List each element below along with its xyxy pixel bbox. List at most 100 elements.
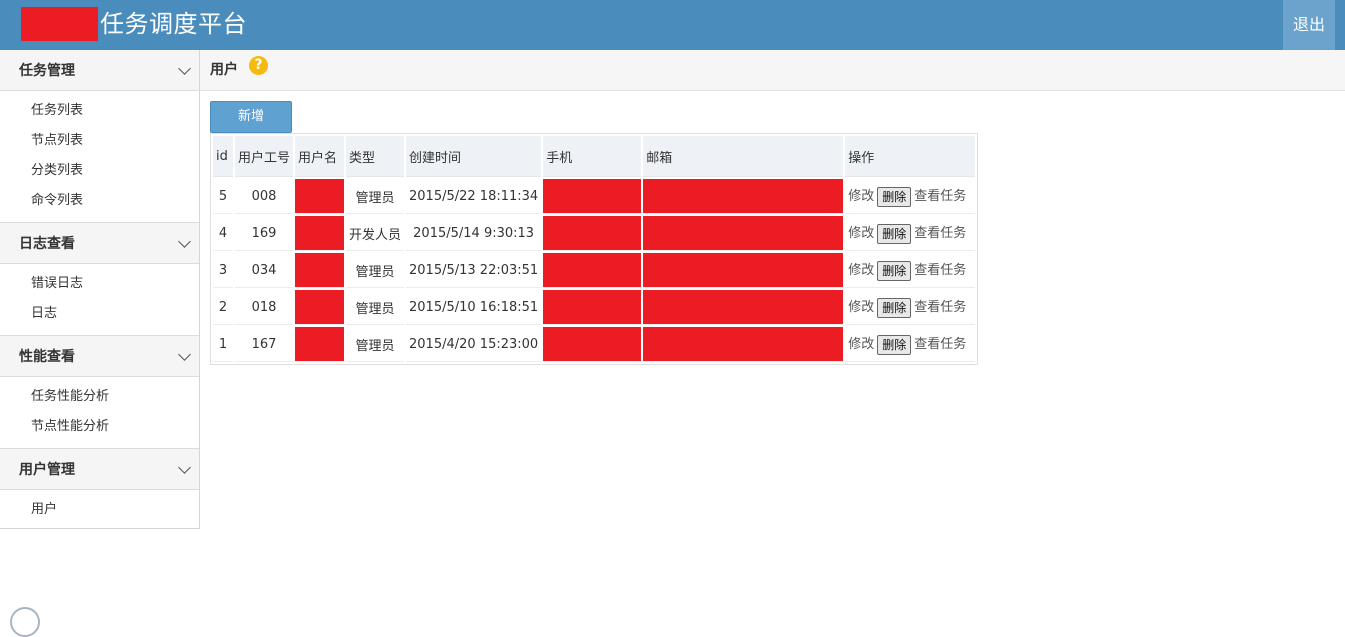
sidebar-group-label: 用户管理 xyxy=(19,462,75,478)
sidebar-group-label: 性能查看 xyxy=(19,349,75,365)
cell-created: 2015/5/14 9:30:13 xyxy=(406,216,542,251)
edit-link[interactable]: 修改 xyxy=(848,189,874,204)
sidebar-item-task-list[interactable]: 任务列表 xyxy=(0,96,199,126)
cell-job-no: 018 xyxy=(235,290,293,325)
table-row: 5 008 管理员 2015/5/22 18:11:34 修改 删除 查看任务 xyxy=(213,179,976,214)
cell-actions: 修改 删除 查看任务 xyxy=(845,179,976,214)
cell-created: 2015/4/20 15:23:00 xyxy=(406,327,542,362)
chevron-down-icon xyxy=(178,235,191,248)
sidebar-group-label: 任务管理 xyxy=(19,63,75,79)
cell-id: 1 xyxy=(213,327,233,362)
sidebar-group-body: 错误日志 日志 xyxy=(0,264,199,336)
sidebar-item-node-performance[interactable]: 节点性能分析 xyxy=(0,412,199,442)
cell-id: 3 xyxy=(213,253,233,288)
sidebar-item-error-log[interactable]: 错误日志 xyxy=(0,269,199,299)
cell-type: 管理员 xyxy=(346,253,405,288)
sidebar-item-command-list[interactable]: 命令列表 xyxy=(0,186,199,216)
cell-phone-redacted xyxy=(543,216,642,251)
cell-phone-redacted xyxy=(543,327,642,362)
chevron-down-icon xyxy=(178,348,191,361)
column-header-actions: 操作 xyxy=(845,136,976,177)
sidebar-group-body: 任务列表 节点列表 分类列表 命令列表 xyxy=(0,91,199,223)
cell-id: 2 xyxy=(213,290,233,325)
cell-type: 管理员 xyxy=(346,290,405,325)
chevron-down-icon xyxy=(178,62,191,75)
edit-link[interactable]: 修改 xyxy=(848,337,874,352)
view-tasks-link[interactable]: 查看任务 xyxy=(914,189,966,204)
sidebar-group-performance[interactable]: 性能查看 xyxy=(0,336,199,377)
edit-link[interactable]: 修改 xyxy=(848,300,874,315)
sidebar: 任务管理 任务列表 节点列表 分类列表 命令列表 日志查看 错误日志 日志 性能… xyxy=(0,50,200,529)
cell-phone-redacted xyxy=(543,253,642,288)
column-header-type: 类型 xyxy=(346,136,405,177)
sidebar-group-user-management[interactable]: 用户管理 xyxy=(0,449,199,490)
cell-username-redacted xyxy=(295,216,344,251)
cell-created: 2015/5/22 18:11:34 xyxy=(406,179,542,214)
delete-button[interactable]: 删除 xyxy=(877,186,912,207)
column-header-phone: 手机 xyxy=(543,136,642,177)
view-tasks-link[interactable]: 查看任务 xyxy=(914,226,966,241)
cell-job-no: 008 xyxy=(235,179,293,214)
cell-actions: 修改 删除 查看任务 xyxy=(845,327,976,362)
page-title: 用户 xyxy=(210,62,238,78)
cell-actions: 修改 删除 查看任务 xyxy=(845,253,976,288)
column-header-username: 用户名 xyxy=(295,136,344,177)
cell-job-no: 167 xyxy=(235,327,293,362)
cell-username-redacted xyxy=(295,179,344,214)
cell-job-no: 169 xyxy=(235,216,293,251)
delete-button[interactable]: 删除 xyxy=(877,334,912,355)
logout-button[interactable]: 退出 xyxy=(1283,0,1335,50)
app-title: 任务调度平台 xyxy=(100,10,247,38)
sidebar-item-category-list[interactable]: 分类列表 xyxy=(0,156,199,186)
view-tasks-link[interactable]: 查看任务 xyxy=(914,300,966,315)
cell-created: 2015/5/10 16:18:51 xyxy=(406,290,542,325)
users-table: id 用户工号 用户名 类型 创建时间 手机 邮箱 操作 5 008 管理员 2… xyxy=(210,133,979,365)
view-tasks-link[interactable]: 查看任务 xyxy=(914,263,966,278)
corner-circle-icon xyxy=(10,607,40,637)
logo-redacted xyxy=(21,7,98,41)
cell-email-redacted xyxy=(643,327,844,362)
cell-username-redacted xyxy=(295,253,344,288)
top-header: 任务调度平台 退出 xyxy=(0,0,1345,50)
sidebar-item-users[interactable]: 用户 xyxy=(0,495,199,525)
view-tasks-link[interactable]: 查看任务 xyxy=(914,337,966,352)
cell-actions: 修改 删除 查看任务 xyxy=(845,216,976,251)
sidebar-group-body: 任务性能分析 节点性能分析 xyxy=(0,377,199,449)
edit-link[interactable]: 修改 xyxy=(848,263,874,278)
table-row: 4 169 开发人员 2015/5/14 9:30:13 修改 删除 查看任务 xyxy=(213,216,976,251)
cell-email-redacted xyxy=(643,179,844,214)
help-icon[interactable]: ? xyxy=(249,56,268,75)
edit-link[interactable]: 修改 xyxy=(848,226,874,241)
page-header: 用户 ? xyxy=(200,50,1345,91)
cell-email-redacted xyxy=(643,216,844,251)
sidebar-group-log-view[interactable]: 日志查看 xyxy=(0,223,199,264)
sidebar-group-label: 日志查看 xyxy=(19,236,75,252)
cell-type: 管理员 xyxy=(346,179,405,214)
cell-type: 开发人员 xyxy=(346,216,405,251)
chevron-down-icon xyxy=(178,461,191,474)
column-header-job-no: 用户工号 xyxy=(235,136,293,177)
cell-email-redacted xyxy=(643,290,844,325)
cell-phone-redacted xyxy=(543,290,642,325)
delete-button[interactable]: 删除 xyxy=(877,260,912,281)
cell-email-redacted xyxy=(643,253,844,288)
delete-button[interactable]: 删除 xyxy=(877,223,912,244)
table-header-row: id 用户工号 用户名 类型 创建时间 手机 邮箱 操作 xyxy=(213,136,976,177)
cell-phone-redacted xyxy=(543,179,642,214)
sidebar-item-node-list[interactable]: 节点列表 xyxy=(0,126,199,156)
table-row: 1 167 管理员 2015/4/20 15:23:00 修改 删除 查看任务 xyxy=(213,327,976,362)
sidebar-item-task-performance[interactable]: 任务性能分析 xyxy=(0,382,199,412)
cell-type: 管理员 xyxy=(346,327,405,362)
sidebar-group-body: 用户 xyxy=(0,490,199,531)
cell-username-redacted xyxy=(295,290,344,325)
sidebar-group-task-management[interactable]: 任务管理 xyxy=(0,50,199,91)
cell-created: 2015/5/13 22:03:51 xyxy=(406,253,542,288)
cell-actions: 修改 删除 查看任务 xyxy=(845,290,976,325)
cell-username-redacted xyxy=(295,327,344,362)
delete-button[interactable]: 删除 xyxy=(877,297,912,318)
column-header-created: 创建时间 xyxy=(406,136,542,177)
sidebar-item-log[interactable]: 日志 xyxy=(0,299,199,329)
add-user-button[interactable]: 新增 xyxy=(210,101,292,133)
cell-id: 5 xyxy=(213,179,233,214)
column-header-id: id xyxy=(213,136,233,177)
